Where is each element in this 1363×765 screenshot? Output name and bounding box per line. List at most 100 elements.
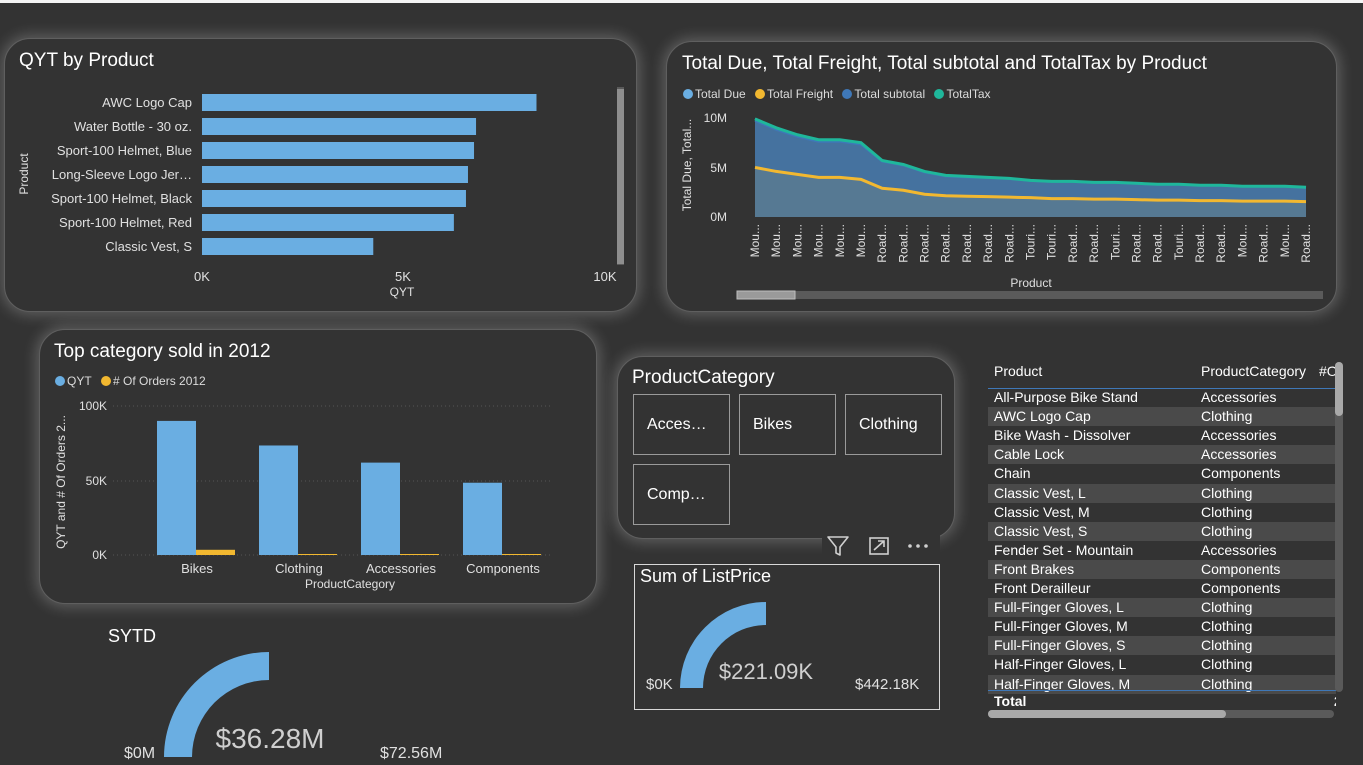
cat-y-tick-100k: 100K	[79, 399, 107, 413]
due-x-tick-label: Road...	[1002, 224, 1016, 263]
due-x-tick-label: Mou...	[790, 224, 804, 257]
due-x-tick-label: Mou...	[769, 224, 783, 257]
qyt-y-axis-label: Product	[17, 153, 31, 195]
due-x-tick-label: Road...	[960, 224, 974, 263]
qyt-bar	[202, 190, 466, 207]
qyt-category-label: Sport-100 Helmet, Black	[51, 191, 192, 206]
cat-bar-qyt	[361, 462, 400, 555]
slicer-tile-components[interactable]: Comp…	[633, 464, 730, 525]
table-row[interactable]: Fender Set - Mountain Accessories	[988, 541, 1336, 560]
slicer-tile-bikes[interactable]: Bikes	[739, 394, 836, 455]
cat-bar-orders	[502, 554, 541, 555]
table-cell-productcategory: Accessories	[1201, 541, 1277, 558]
table-total-divider	[988, 690, 1336, 691]
top-category-card[interactable]: Top category sold in 2012 QYT # Of Order…	[39, 329, 597, 604]
table-row[interactable]: AWC Logo Cap Clothing	[988, 407, 1336, 427]
due-x-tick-label: Road...	[1087, 224, 1101, 263]
table-h-scrollbar-thumb[interactable]	[988, 710, 1226, 718]
table-row[interactable]: Chain Components	[988, 464, 1336, 483]
sytd-max: $72.56M	[380, 745, 442, 762]
filter-icon[interactable]	[827, 536, 849, 556]
visual-header	[822, 533, 940, 559]
due-x-tick-label: Mou...	[1278, 224, 1292, 257]
qyt-category-label: Long-Sleeve Logo Jer…	[52, 167, 192, 182]
table-cell-productcategory: Accessories	[1201, 446, 1277, 463]
due-y-axis-label: Total Due, Total...	[680, 119, 694, 212]
qyt-x-axis-label: QYT	[390, 285, 415, 299]
sytd-gauge: $36.28M $0M $72.56M	[124, 652, 442, 762]
total-due-card[interactable]: Total Due, Total Freight, Total subtotal…	[666, 41, 1337, 312]
cat-y-tick-50k: 50K	[86, 474, 107, 488]
sytd-card[interactable]: SYTD $36.28M $0M $72.56M	[100, 620, 540, 765]
due-x-tick-label: Road...	[918, 224, 932, 263]
sytd-min: $0M	[124, 745, 155, 762]
table-row[interactable]: Classic Vest, S Clothing	[988, 521, 1336, 541]
slicer-tile-accessories[interactable]: Acces…	[633, 394, 730, 455]
table-row[interactable]: Classic Vest, M Clothing	[988, 503, 1336, 522]
slicer-tile-clothing[interactable]: Clothing	[845, 394, 942, 455]
cat-category-label: Accessories	[366, 561, 437, 576]
table-row[interactable]: Bike Wash - Dissolver Accessories	[988, 426, 1336, 445]
table-cell-productcategory: Clothing	[1201, 656, 1253, 673]
table-row[interactable]: Front Derailleur Components	[988, 579, 1336, 598]
table-cell-product: Full-Finger Gloves, M	[994, 618, 1128, 635]
due-scrollbar-thumb[interactable]	[736, 290, 796, 300]
product-category-slicer[interactable]: ProductCategory Acces… Bikes Clothing Co…	[617, 356, 955, 539]
focus-mode-icon[interactable]	[869, 537, 889, 555]
qyt-category-label: Sport-100 Helmet, Red	[59, 215, 192, 230]
listprice-value: $221.09K	[719, 659, 814, 684]
table-cell-product: Fender Set - Mountain	[994, 541, 1134, 558]
due-x-tick-label: Mou...	[854, 224, 868, 257]
due-x-tick-label: Road...	[1257, 224, 1271, 263]
table-cell-product: Classic Vest, M	[994, 503, 1090, 520]
qyt-bar	[202, 238, 374, 255]
qyt-by-product-card[interactable]: QYT by Product Product 0K 5K 10K QYT AWC…	[4, 38, 637, 312]
table-cell-productcategory: Components	[1201, 465, 1281, 482]
due-x-tick-label: Road...	[1214, 224, 1228, 263]
table-row[interactable]: Full-Finger Gloves, L Clothing	[988, 598, 1336, 618]
table-row[interactable]: Full-Finger Gloves, M Clothing	[988, 617, 1336, 636]
table-cell-product: All-Purpose Bike Stand	[994, 389, 1138, 405]
table-total-row: Total 2	[988, 692, 1336, 711]
due-x-tick-label: Road...	[896, 224, 910, 263]
cat-y-tick-0k: 0K	[92, 548, 107, 562]
cat-bar-orders	[298, 554, 337, 555]
cat-bar-qyt	[259, 445, 298, 555]
table-total-label: Total	[994, 693, 1027, 709]
qyt-x-tick-2: 10K	[593, 269, 616, 284]
table-row[interactable]: Cable Lock Accessories	[988, 445, 1336, 465]
table-h-scrollbar[interactable]	[988, 710, 1334, 718]
table-cell-productcategory: Accessories	[1201, 389, 1277, 405]
table-v-scrollbar-thumb[interactable]	[1335, 362, 1343, 416]
due-x-tick-label: Road...	[1151, 224, 1165, 263]
qyt-scrollbar-thumb[interactable]	[617, 89, 624, 264]
qyt-by-product-chart: Product 0K 5K 10K QYT AWC Logo Cap Water …	[17, 87, 624, 299]
table-row[interactable]: Half-Finger Gloves, L Clothing	[988, 655, 1336, 674]
qyt-x-tick-1: 5K	[395, 269, 411, 284]
qyt-category-label: Sport-100 Helmet, Blue	[57, 143, 192, 158]
table-cell-product: Classic Vest, L	[994, 484, 1086, 501]
qyt-bar	[202, 214, 454, 231]
table-row[interactable]: Classic Vest, L Clothing	[988, 483, 1336, 503]
more-options-icon[interactable]	[908, 544, 928, 548]
table-row[interactable]: Front Brakes Components	[988, 559, 1336, 579]
qyt-bar	[202, 142, 475, 159]
due-scrollbar-track[interactable]	[737, 291, 1323, 299]
due-x-tick-label: Mou...	[833, 224, 847, 257]
due-y-tick-0m: 0M	[710, 210, 727, 224]
qyt-bar	[202, 118, 477, 135]
table-cell-product: AWC Logo Cap	[994, 408, 1091, 425]
qyt-bar	[202, 166, 468, 183]
table-v-scrollbar[interactable]	[1335, 362, 1343, 692]
qyt-x-tick-0: 0K	[194, 269, 210, 284]
sytd-value: $36.28M	[216, 723, 325, 754]
due-x-tick-label: Road...	[981, 224, 995, 263]
sum-listprice-card[interactable]: Sum of ListPrice $221.09K $0K $442.18K	[634, 564, 940, 710]
table-cell-productcategory: Clothing	[1201, 522, 1253, 539]
table-cell-product: Half-Finger Gloves, L	[994, 656, 1127, 673]
listprice-max: $442.18K	[855, 676, 919, 693]
table-row[interactable]: Full-Finger Gloves, S Clothing	[988, 636, 1336, 656]
qyt-category-label: AWC Logo Cap	[102, 95, 192, 110]
due-x-tick-label: Mou...	[748, 224, 762, 257]
table-row[interactable]: All-Purpose Bike Stand Accessories	[988, 388, 1336, 407]
